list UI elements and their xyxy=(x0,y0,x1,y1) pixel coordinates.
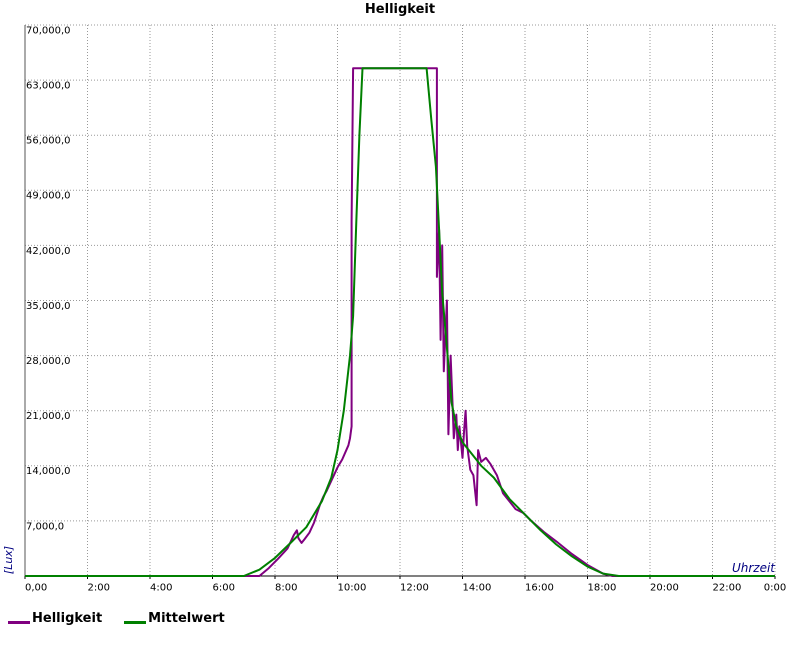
x-tick-label: 0,00 xyxy=(25,582,47,593)
x-tick-label: 18:00 xyxy=(588,582,617,593)
x-tick-label: 6:00 xyxy=(213,582,235,593)
y-tick-label: 42,000,0 xyxy=(26,246,71,257)
y-tick-label: 70,000,0 xyxy=(26,25,71,36)
y-axis-label: [Lux] xyxy=(2,546,15,574)
y-tick-label: 7,000,0 xyxy=(26,521,64,532)
y-tick-label: 35,000,0 xyxy=(26,301,71,312)
x-tick-label: 0:00 xyxy=(764,582,786,593)
x-tick-label: 14:00 xyxy=(463,582,492,593)
x-tick-label: 12:00 xyxy=(400,582,429,593)
legend-swatch-mittelwert xyxy=(124,621,147,624)
y-tick-label: 14,000,0 xyxy=(26,466,71,477)
y-tick-label: 21,000,0 xyxy=(26,411,71,422)
x-tick-label: 4:00 xyxy=(150,582,172,593)
legend-swatch-helligkeit xyxy=(8,621,30,624)
y-tick-label: 28,000,0 xyxy=(26,356,71,367)
legend-item-helligkeit: Helligkeit xyxy=(8,611,102,626)
chart-title: Helligkeit xyxy=(365,2,435,17)
legend-label-helligkeit: Helligkeit xyxy=(32,610,103,626)
x-tick-label: 16:00 xyxy=(525,582,554,593)
x-tick-label: 22:00 xyxy=(713,582,742,593)
x-tick-label: 2:00 xyxy=(88,582,110,593)
legend-item-mittelwert: Mittelwert xyxy=(124,611,225,626)
x-tick-label: 10:00 xyxy=(338,582,367,593)
y-tick-label: 49,000,0 xyxy=(26,191,71,202)
x-tick-label: 8:00 xyxy=(275,582,297,593)
y-tick-label: 56,000,0 xyxy=(26,136,71,147)
chart-svg: Helligkeit 0,00 2:00 4:00 6:00 8:00 10:00 12:0… xyxy=(0,0,800,650)
y-tick-label: 63,000,0 xyxy=(26,81,71,92)
chart-legend: Helligkeit Mittelwert xyxy=(8,606,225,630)
x-axis-label: Uhrzeit xyxy=(732,561,776,575)
legend-label-mittelwert: Mittelwert xyxy=(148,610,225,626)
x-tick-label: 20:00 xyxy=(650,582,679,593)
